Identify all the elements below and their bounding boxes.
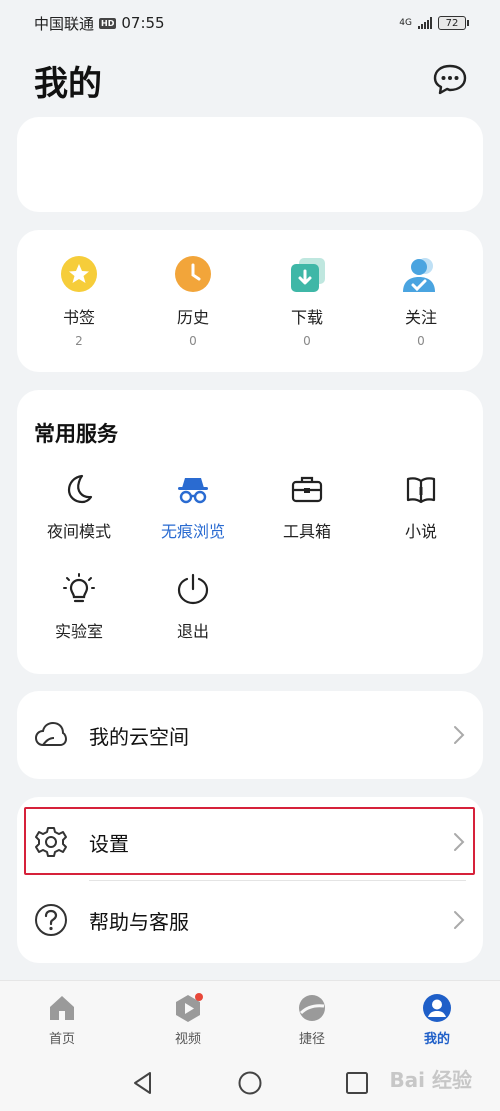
service-novel[interactable]: 小说 (366, 472, 476, 542)
chat-bubble-icon (433, 64, 467, 95)
quick-history[interactable]: 历史 0 (143, 254, 243, 348)
video-icon (173, 993, 203, 1023)
services-title: 常用服务 (34, 422, 118, 446)
recents-square-icon[interactable] (344, 1070, 370, 1096)
quick-count: 0 (189, 334, 197, 348)
service-label: 退出 (176, 622, 209, 641)
star-icon (59, 254, 99, 294)
clock-icon (173, 254, 213, 294)
home-icon (47, 993, 77, 1023)
clock-time: 07:55 (121, 14, 165, 32)
quick-label: 书签 (62, 308, 95, 327)
nav-label: 我的 (423, 1032, 450, 1047)
follow-user-icon (401, 254, 441, 294)
account-card[interactable] (17, 117, 483, 212)
message-button[interactable] (432, 63, 468, 95)
bottom-nav: 首页 视频 捷径 我的 (0, 980, 500, 1054)
service-toolbox[interactable]: 工具箱 (252, 472, 362, 542)
service-label: 无痕浏览 (160, 522, 225, 541)
moon-icon (62, 472, 96, 506)
service-label: 实验室 (54, 622, 103, 641)
row-label: 我的云空间 (89, 724, 189, 749)
network-type: 4G (399, 18, 412, 28)
shortcut-icon (297, 993, 327, 1023)
back-icon[interactable] (130, 1070, 156, 1096)
nav-label: 视频 (174, 1032, 201, 1047)
settings-highlight-box (24, 807, 475, 875)
profile-icon (422, 993, 452, 1023)
battery-icon: 72 (438, 16, 469, 30)
quick-label: 历史 (176, 308, 209, 327)
status-right: 4G 72 (399, 16, 469, 30)
chevron-right-icon (453, 725, 465, 745)
toolbox-icon (290, 472, 324, 506)
quick-count: 2 (75, 334, 83, 348)
download-icon (287, 254, 327, 294)
cloud-space-row[interactable]: 我的云空间 (17, 696, 483, 774)
nav-label: 捷径 (298, 1032, 325, 1047)
service-label: 小说 (404, 522, 437, 541)
service-label: 工具箱 (282, 522, 331, 541)
quick-follow[interactable]: 关注 0 (371, 254, 471, 348)
nav-profile[interactable]: 我的 (387, 993, 487, 1047)
status-bar: 中国联通 HD 07:55 4G 72 (0, 0, 500, 46)
service-label: 夜间模式 (46, 522, 111, 541)
quick-count: 0 (303, 334, 311, 348)
hd-badge: HD (99, 17, 117, 29)
quick-downloads[interactable]: 下载 0 (257, 254, 357, 348)
battery-level: 72 (445, 17, 459, 29)
quick-bookmarks[interactable]: 书签 2 (29, 254, 129, 348)
quick-label: 关注 (404, 308, 437, 327)
nav-home[interactable]: 首页 (12, 993, 112, 1047)
cloud-card: 我的云空间 (17, 691, 483, 779)
quick-count: 0 (417, 334, 425, 348)
incognito-icon (176, 472, 210, 506)
page-title: 我的 (34, 64, 102, 104)
service-lab[interactable]: 实验室 (24, 572, 134, 642)
row-label: 帮助与客服 (89, 909, 189, 934)
status-left: 中国联通 HD 07:55 (34, 13, 165, 34)
watermark-label: Bai 经验 (389, 1068, 472, 1092)
quick-links-card: 书签 2 历史 0 下载 0 关注 0 (17, 230, 483, 372)
quick-label: 下载 (290, 308, 323, 327)
book-icon (404, 472, 438, 506)
lightbulb-icon (62, 572, 96, 606)
help-row[interactable]: 帮助与客服 (17, 881, 483, 959)
service-exit[interactable]: 退出 (138, 572, 248, 642)
carrier-label: 中国联通 (34, 14, 95, 33)
home-circle-icon[interactable] (237, 1070, 263, 1096)
nav-label: 首页 (48, 1032, 75, 1047)
nav-video[interactable]: 视频 (138, 993, 238, 1047)
nav-shortcut[interactable]: 捷径 (262, 993, 362, 1047)
cloud-icon (34, 718, 68, 752)
help-icon (34, 903, 68, 937)
signal-icon (418, 17, 432, 29)
power-icon (176, 572, 210, 606)
service-incognito[interactable]: 无痕浏览 (138, 472, 248, 542)
chevron-right-icon (453, 910, 465, 930)
system-nav-bar: Bai 经验 (0, 1054, 500, 1111)
services-card: 常用服务 夜间模式 无痕浏览 工具箱 小说 实验室 退出 (17, 390, 483, 674)
service-night-mode[interactable]: 夜间模式 (24, 472, 134, 542)
